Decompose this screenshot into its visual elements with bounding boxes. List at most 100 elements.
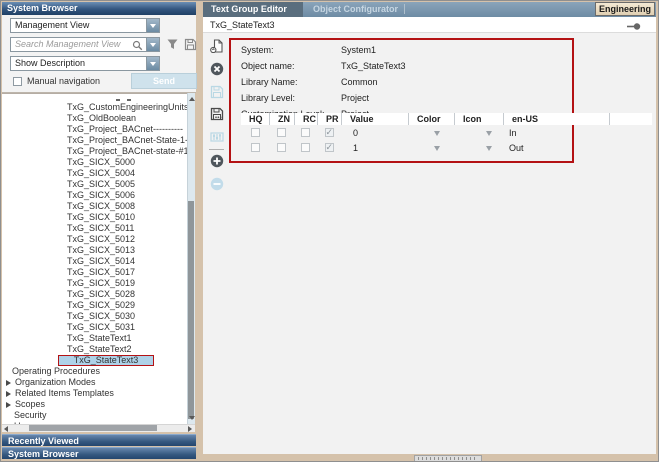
tree-item[interactable]: TxG_SICX_5029 — [2, 300, 195, 311]
row-checkbox[interactable] — [277, 143, 286, 152]
tree-item-label: TxG_SICX_5008 — [67, 201, 135, 212]
tree-item[interactable]: Operating Procedures — [2, 366, 195, 377]
system-browser-bar[interactable]: System Browser — [2, 447, 196, 459]
filter-icon[interactable] — [166, 38, 179, 51]
expand-arrow-icon[interactable] — [6, 402, 11, 408]
tree-item[interactable]: TxG_SICX_5014 — [2, 256, 195, 267]
tree-item[interactable]: TxG_SICX_5017 — [2, 267, 195, 278]
scroll-down-icon[interactable] — [189, 416, 195, 420]
tree-item[interactable]: TxG_Project_BACnet---------- — [2, 124, 195, 135]
dropdown-arrow-icon[interactable] — [434, 131, 440, 139]
tree-item[interactable]: TxG_SICX_5019 — [2, 278, 195, 289]
send-button[interactable]: Send — [131, 73, 197, 89]
tree-item[interactable]: TxG_OldBoolean — [2, 113, 195, 124]
tree-item[interactable]: TxG_SICX_5006 — [2, 190, 195, 201]
tree-item-label: TxG_SICX_5004 — [67, 168, 135, 179]
dropdown-arrow-icon[interactable] — [486, 146, 492, 154]
form-value: System1 — [341, 42, 376, 58]
tree-item[interactable]: Related Items Templates — [2, 388, 195, 399]
editor-tab-bar: Text Group Editor Object Configurator — [203, 2, 656, 17]
tree-item[interactable]: TxG_SICX_5030 — [2, 311, 195, 322]
tree-item[interactable]: TxG_SICX_5004 — [2, 168, 195, 179]
column-header: HQ — [241, 113, 269, 125]
row-checkbox[interactable] — [301, 143, 310, 152]
tree-horizontal-scrollbar-thumb[interactable] — [29, 425, 157, 431]
recently-viewed-bar[interactable]: Recently Viewed — [2, 434, 196, 446]
tree-item[interactable]: Organization Modes — [2, 377, 195, 388]
tree-item[interactable]: TxG_SICX_5012 — [2, 234, 195, 245]
splitter-grip[interactable] — [414, 455, 482, 462]
tree-item-label: Organization Modes — [15, 377, 96, 388]
show-description-dropdown[interactable]: Show Description — [10, 56, 160, 71]
color-dropdown-cell[interactable] — [408, 125, 454, 140]
icon-dropdown-cell[interactable] — [454, 140, 503, 155]
tree-item[interactable]: TxG_SICX_5005 — [2, 179, 195, 190]
expand-arrow-icon[interactable] — [6, 391, 11, 397]
value-cell: 1 — [341, 140, 408, 155]
dropdown-arrow-icon[interactable] — [486, 131, 492, 139]
tree-item[interactable]: TxG_SICX_5011 — [2, 223, 195, 234]
expand-arrow-icon[interactable] — [6, 380, 11, 386]
tree-item[interactable]: TxG_StateText2 — [2, 344, 195, 355]
management-view-value: Management View — [15, 20, 89, 30]
table-cell — [241, 140, 269, 155]
tree-item[interactable] — [2, 97, 195, 102]
save-as-icon[interactable] — [210, 107, 224, 121]
add-icon[interactable] — [210, 154, 224, 168]
icon-dropdown-cell[interactable] — [454, 125, 503, 140]
tree-item[interactable]: TxG_SICX_5000 — [2, 157, 195, 168]
manual-navigation-checkbox[interactable] — [13, 77, 22, 86]
chevron-down-icon[interactable] — [146, 38, 159, 51]
tree-item[interactable]: TxG_SICX_5008 — [2, 201, 195, 212]
tree-vertical-scrollbar-thumb[interactable] — [188, 201, 194, 419]
scroll-right-icon[interactable] — [188, 426, 192, 432]
row-checkbox[interactable] — [325, 128, 334, 137]
save-search-icon[interactable] — [184, 38, 197, 51]
application-window: System Browser Management View Search Ma… — [0, 0, 659, 462]
row-checkbox[interactable] — [277, 128, 286, 137]
management-view-dropdown[interactable]: Management View — [10, 18, 160, 33]
chevron-down-icon[interactable] — [146, 57, 159, 70]
scroll-up-icon[interactable] — [189, 97, 195, 101]
form-value: Project — [341, 90, 369, 106]
tree-item-label: TxG_SICX_5029 — [67, 300, 135, 311]
pin-icon[interactable] — [627, 22, 641, 31]
row-checkbox[interactable] — [251, 128, 260, 137]
discard-icon[interactable] — [210, 62, 224, 76]
system-browser-panel-title[interactable]: System Browser — [2, 2, 196, 15]
tree-item-label: TxG_StateText1 — [67, 333, 132, 344]
form-label: System: — [241, 42, 341, 58]
tree-item[interactable]: TxG_Project_BACnet-state-#1-state-# — [2, 146, 195, 157]
tree-item[interactable]: TxG_StateText1 — [2, 333, 195, 344]
tree-item[interactable]: TxG_SICX_5028 — [2, 289, 195, 300]
tree-item[interactable]: TxG_CustomEngineeringUnits — [2, 102, 195, 113]
column-settings-icon[interactable] — [210, 130, 224, 144]
engineering-mode-button[interactable]: Engineering — [595, 2, 655, 16]
tree-item[interactable]: Security — [2, 410, 195, 421]
search-placeholder: Search Management View — [15, 39, 120, 49]
tab-text-group-editor[interactable]: Text Group Editor — [203, 2, 303, 17]
tree-item-label: TxG_Project_BACnet-state-#1-state-# — [67, 146, 195, 157]
save-icon[interactable] — [210, 85, 224, 99]
color-dropdown-cell[interactable] — [408, 140, 454, 155]
column-header: en-US — [503, 113, 609, 125]
scroll-left-icon[interactable] — [4, 426, 8, 432]
tree-item[interactable]: TxG_SICX_5013 — [2, 245, 195, 256]
table-row: 1Out — [241, 140, 652, 155]
tree-item-selected[interactable]: TxG_StateText3 — [2, 355, 195, 366]
tree-item-label: TxG_SICX_5028 — [67, 289, 135, 300]
tree-item[interactable]: Scopes — [2, 399, 195, 410]
row-checkbox[interactable] — [325, 143, 334, 152]
revert-icon[interactable] — [210, 39, 224, 53]
tree-item[interactable]: TxG_SICX_5010 — [2, 212, 195, 223]
row-checkbox[interactable] — [301, 128, 310, 137]
tree-item[interactable]: TxG_Project_BACnet-State-1-State-2 — [2, 135, 195, 146]
tree-item[interactable]: TxG_SICX_5031 — [2, 322, 195, 333]
search-input[interactable]: Search Management View — [10, 37, 160, 52]
row-checkbox[interactable] — [251, 143, 260, 152]
dropdown-arrow-icon[interactable] — [434, 146, 440, 154]
tab-object-configurator[interactable]: Object Configurator — [305, 2, 406, 17]
chevron-down-icon[interactable] — [146, 19, 159, 32]
remove-icon[interactable] — [210, 177, 224, 191]
search-icon — [132, 40, 143, 51]
